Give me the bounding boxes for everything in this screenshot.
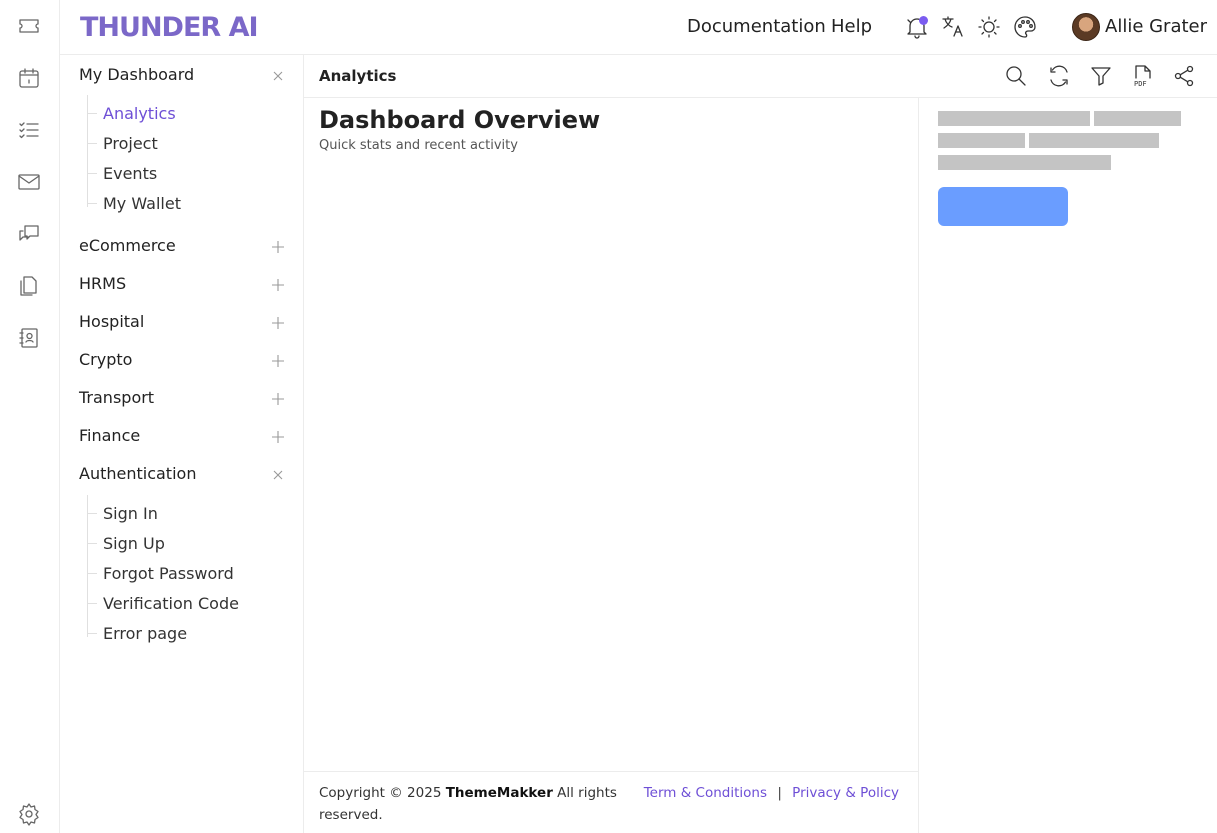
nav-section-label: Hospital (79, 312, 145, 331)
icon-rail (0, 0, 60, 833)
tree-branch (87, 513, 97, 514)
skeleton-line (1094, 111, 1181, 126)
nav-section-transport[interactable]: Transport (79, 388, 285, 412)
mail-icon[interactable] (17, 170, 41, 194)
avatar[interactable] (1072, 13, 1100, 41)
page-heading: Dashboard Overview (319, 106, 601, 134)
nav-section-my-dashboard[interactable]: My Dashboard (79, 65, 285, 89)
nav-section-label: eCommerce (79, 236, 176, 255)
tree-branch (87, 173, 97, 174)
chat-icon[interactable] (17, 222, 41, 246)
plus-icon[interactable] (271, 277, 285, 291)
nav-section-hospital[interactable]: Hospital (79, 312, 285, 336)
refresh-icon[interactable] (1047, 64, 1071, 88)
pdf-icon[interactable]: PDF (1131, 64, 1155, 88)
nav-section-label: HRMS (79, 274, 127, 293)
tree-line (87, 95, 88, 207)
ticket-icon[interactable] (17, 14, 41, 38)
documentation-link[interactable]: Documentation (687, 16, 826, 37)
search-icon[interactable] (1004, 64, 1028, 88)
svg-text:PDF: PDF (1134, 80, 1147, 88)
plus-icon[interactable] (271, 239, 285, 253)
share-icon[interactable] (1172, 64, 1196, 88)
palette-icon[interactable] (1012, 14, 1038, 40)
bell-icon[interactable] (904, 14, 930, 40)
translate-icon[interactable] (940, 14, 966, 40)
nav-item-sign-up[interactable]: Sign Up (103, 534, 165, 553)
close-icon[interactable] (271, 467, 285, 481)
terms-link[interactable]: Term & Conditions (644, 785, 767, 801)
filter-icon[interactable] (1089, 64, 1113, 88)
nav-section-finance[interactable]: Finance (79, 426, 285, 450)
tree-line (87, 495, 88, 637)
sidebar-nav: My Dashboard Analytics Project Events My… (60, 55, 304, 833)
skeleton-line (938, 133, 1025, 148)
plus-icon[interactable] (271, 429, 285, 443)
tree-branch (87, 543, 97, 544)
nav-item-error-page[interactable]: Error page (103, 624, 187, 643)
nav-section-authentication[interactable]: Authentication (79, 464, 285, 488)
footer-separator: | (777, 785, 782, 801)
tree-branch (87, 573, 97, 574)
nav-item-my-wallet[interactable]: My Wallet (103, 194, 181, 213)
nav-section-label: Transport (79, 388, 155, 407)
help-link[interactable]: Help (831, 16, 872, 37)
settings-icon[interactable] (17, 802, 41, 826)
tree-branch (87, 603, 97, 604)
nav-section-label: Finance (79, 426, 141, 445)
user-name[interactable]: Allie Grater (1105, 16, 1207, 37)
footer: Copyright © 2025 ThemeMakker All rights … (304, 771, 919, 833)
page-title: Analytics (319, 67, 397, 85)
copyright-text: Copyright © 2025 ThemeMakker All rights … (319, 782, 619, 826)
footer-links: Term & Conditions | Privacy & Policy (644, 782, 899, 804)
company-name: ThemeMakker (445, 785, 553, 801)
notification-dot (919, 16, 928, 25)
nav-section-label: Crypto (79, 350, 133, 369)
skeleton-line (938, 155, 1111, 170)
skeleton-line (1029, 133, 1159, 148)
copyright-prefix: Copyright © 2025 (319, 785, 446, 801)
plus-icon[interactable] (271, 353, 285, 367)
page-subheading: Quick stats and recent activity (319, 138, 518, 153)
plus-icon[interactable] (271, 391, 285, 405)
contacts-icon[interactable] (17, 326, 41, 350)
nav-item-project[interactable]: Project (103, 134, 158, 153)
privacy-link[interactable]: Privacy & Policy (792, 785, 899, 801)
tree-branch (87, 113, 97, 114)
main-content: Dashboard Overview Quick stats and recen… (304, 98, 919, 833)
brand-logo[interactable]: THUNDER AI (80, 12, 259, 43)
nav-section-label: My Dashboard (79, 65, 195, 84)
nav-section-hrms[interactable]: HRMS (79, 274, 285, 298)
tree-branch (87, 633, 97, 634)
top-header: THUNDER AI Documentation Help Allie Grat… (60, 0, 1217, 55)
right-panel-skeleton (919, 98, 1217, 833)
page-header-bar: Analytics PDF (304, 55, 1217, 98)
tree-branch (87, 143, 97, 144)
nav-item-sign-in[interactable]: Sign In (103, 504, 158, 523)
sun-icon[interactable] (976, 14, 1002, 40)
close-icon[interactable] (271, 68, 285, 82)
calendar-icon[interactable] (17, 66, 41, 90)
files-icon[interactable] (17, 274, 41, 298)
nav-item-forgot-password[interactable]: Forgot Password (103, 564, 234, 583)
nav-item-verification-code[interactable]: Verification Code (103, 594, 239, 613)
nav-item-events[interactable]: Events (103, 164, 157, 183)
nav-section-label: Authentication (79, 464, 197, 483)
skeleton-line (938, 111, 1090, 126)
nav-section-ecommerce[interactable]: eCommerce (79, 236, 285, 260)
skeleton-button[interactable] (938, 187, 1068, 226)
tree-branch (87, 203, 97, 204)
checklist-icon[interactable] (17, 118, 41, 142)
plus-icon[interactable] (271, 315, 285, 329)
nav-section-crypto[interactable]: Crypto (79, 350, 285, 374)
nav-item-analytics[interactable]: Analytics (103, 104, 176, 123)
